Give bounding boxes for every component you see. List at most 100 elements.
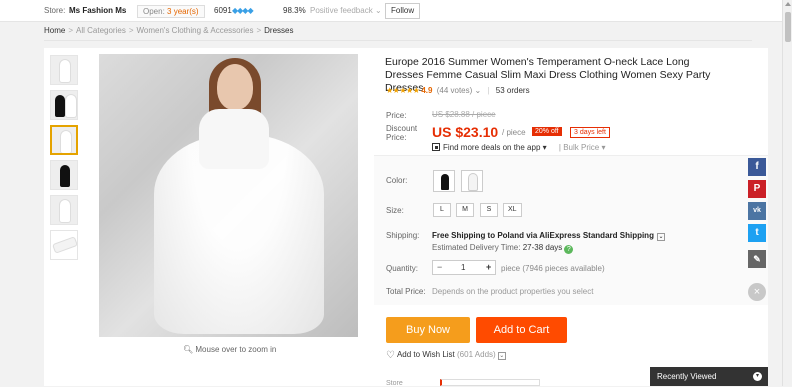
magnifier-icon: 🔍︎: [183, 345, 194, 354]
main-product-image[interactable]: [99, 54, 358, 337]
dress-bodice-shape: [199, 109, 269, 169]
thumbnail-5[interactable]: [50, 195, 78, 225]
feedback-label: Positive feedback: [310, 6, 373, 15]
buy-now-button[interactable]: Buy Now: [386, 317, 470, 343]
delivery-estimate-label: Estimated Delivery Time:: [432, 243, 521, 252]
quantity-label: Quantity:: [386, 264, 419, 273]
rating-votes: (44 votes): [436, 86, 473, 95]
thumbnail-6[interactable]: [50, 230, 78, 260]
add-to-wishlist-label: Add to Wish List: [396, 350, 455, 359]
chevron-down-icon: ▾: [601, 143, 606, 152]
store-label: Store:: [44, 6, 66, 15]
recently-viewed-label: Recently Viewed: [657, 372, 717, 381]
quantity-increase-button[interactable]: +: [486, 261, 491, 274]
breadcrumb-womens-clothing[interactable]: Women's Clothing & Accessories: [137, 26, 254, 35]
thumbnail-3-active[interactable]: [50, 125, 78, 155]
pinterest-share-icon[interactable]: P: [748, 180, 766, 198]
wishlist-count: (601 Adds): [457, 350, 496, 359]
size-option-l[interactable]: L: [433, 203, 451, 217]
qr-code-icon: [432, 143, 440, 151]
pencil-edit-icon[interactable]: ✎: [748, 250, 766, 268]
thumbnail-4[interactable]: [50, 160, 78, 190]
color-label: Color:: [386, 176, 408, 185]
breadcrumb-all-categories[interactable]: All Categories: [76, 26, 126, 35]
discount-price: US $23.10: [432, 124, 499, 140]
size-label: Size:: [386, 206, 404, 215]
deals-row: Find more deals on the app ▾ | Bulk Pric…: [432, 143, 605, 152]
scroll-up-arrow-icon[interactable]: [785, 2, 791, 6]
dress-swatch-image: [469, 174, 477, 190]
thumbnail-1[interactable]: [50, 55, 78, 85]
scrollbar[interactable]: [782, 0, 792, 386]
dress-swatch-image: [441, 174, 449, 190]
store-name-link[interactable]: Ms Fashion Ms: [69, 0, 126, 22]
breadcrumb-current[interactable]: Dresses: [264, 26, 293, 35]
chevron-down-icon[interactable]: ⌄: [656, 233, 665, 241]
thumbnail-2[interactable]: [50, 90, 78, 120]
facebook-share-icon[interactable]: f: [748, 158, 766, 176]
dress-thumbnail-image: [55, 95, 65, 117]
wishlist-row: ♡ Add to Wish List (601 Adds) ⌄: [386, 350, 506, 361]
store-score: 6091: [214, 6, 232, 15]
add-to-cart-button[interactable]: Add to Cart: [476, 317, 567, 343]
twitter-share-icon[interactable]: t: [748, 224, 766, 242]
breadcrumb-separator: >: [128, 26, 134, 35]
dress-thumbnail-image: [60, 165, 70, 187]
dress-thumbnail-image: [66, 95, 76, 117]
breadcrumb-separator: >: [68, 26, 74, 35]
quantity-availability: piece (7946 pieces available): [501, 264, 605, 273]
dress-thumbnail-image: [60, 200, 70, 222]
delivery-estimate: Estimated Delivery Time: 27-38 days?: [432, 243, 574, 254]
size-option-xl[interactable]: XL: [503, 203, 522, 217]
add-to-wishlist-link[interactable]: ♡ Add to Wish List: [386, 350, 455, 361]
breadcrumb-home[interactable]: Home: [44, 26, 65, 35]
lace-detail-thumbnail-image: [53, 237, 77, 253]
chevron-down-icon[interactable]: ▾: [753, 372, 762, 381]
dress-thumbnail-image: [61, 131, 71, 153]
chevron-down-icon: ⌄: [474, 86, 482, 95]
question-icon[interactable]: ?: [564, 245, 574, 254]
shipping-method: Free Shipping to Poland via AliExpress S…: [432, 231, 654, 240]
days-left-badge: 3 days left: [570, 127, 610, 138]
quantity-input[interactable]: 1: [461, 261, 465, 274]
color-swatch-black[interactable]: [433, 170, 455, 192]
rating-votes-link[interactable]: (44 votes) ⌄: [437, 86, 482, 95]
discount-price-label: Discount Price:: [386, 124, 418, 142]
chevron-down-icon[interactable]: ⌄: [497, 352, 506, 360]
follow-button[interactable]: Follow: [385, 3, 421, 19]
breadcrumb: Home > All Categories > Women's Clothing & A…: [44, 26, 294, 35]
store-open-prefix: Open:: [143, 7, 165, 16]
recently-viewed-bar[interactable]: Recently Viewed ▾: [650, 367, 768, 386]
feedback-percentage: 98.3%: [283, 6, 306, 15]
store-open-badge: Open: 3 year(s): [137, 5, 205, 18]
color-swatch-white[interactable]: [461, 170, 483, 192]
rating-separator: |: [487, 86, 490, 95]
heart-icon: ♡: [386, 350, 395, 361]
per-piece-label: / piece: [502, 128, 526, 137]
store-open-years: 3 year(s): [167, 7, 199, 16]
dress-thumbnail-image: [60, 60, 70, 82]
feedback-dropdown[interactable]: Positive feedback ⌄: [310, 0, 382, 22]
orders-count: 53 orders: [495, 86, 530, 95]
close-icon[interactable]: ×: [748, 283, 766, 301]
rating-score: 4.9: [421, 86, 433, 95]
store-row-bar: [440, 379, 540, 386]
app-deals-link[interactable]: Find more deals on the app ▾: [432, 143, 547, 152]
quantity-stepper: − 1 +: [432, 260, 496, 275]
shipping-method-dropdown[interactable]: Free Shipping to Poland via AliExpress S…: [432, 231, 665, 241]
rating-row: ★★★★★ 4.9 (44 votes) ⌄ | 53 orders: [386, 86, 530, 96]
size-option-m[interactable]: M: [456, 203, 474, 217]
chevron-down-icon: ⌄: [374, 6, 382, 15]
scroll-thumb[interactable]: [785, 12, 791, 42]
store-bar: Store: Ms Fashion Ms Open: 3 year(s) 609…: [0, 0, 782, 22]
size-option-s[interactable]: S: [480, 203, 498, 217]
vk-share-icon[interactable]: vk: [748, 202, 766, 220]
chevron-down-icon: ▾: [542, 143, 547, 152]
quantity-decrease-button[interactable]: −: [437, 261, 442, 274]
zoom-hint: 🔍︎ Mouse over to zoom in: [183, 345, 276, 354]
bulk-price-dropdown[interactable]: | Bulk Price ▾: [559, 143, 606, 152]
price-label: Price:: [386, 111, 407, 120]
breadcrumb-separator: >: [256, 26, 262, 35]
diamond-icon: ◆◆◆◆: [232, 6, 254, 15]
page-divider: [44, 40, 752, 41]
